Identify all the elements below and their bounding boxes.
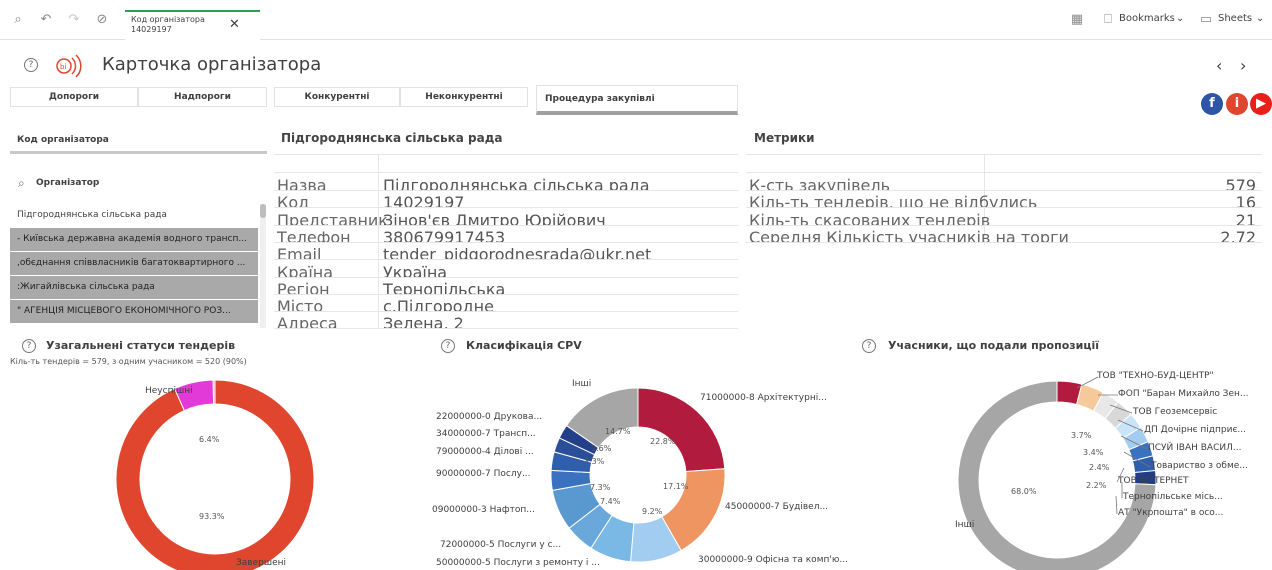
slice-label: Тернопільське місь... (1123, 492, 1223, 502)
status-donut-chart (115, 376, 1157, 570)
slice-label: 45000000-7 Будівел... (725, 502, 829, 512)
slice-label: 90000000-7 Послу... (436, 469, 531, 479)
slice-label: 09000000-3 Нафтоп... (432, 505, 535, 515)
pct-label: 3.4% (1083, 448, 1104, 457)
pct-label: 2.2% (1086, 481, 1107, 490)
slice-label: Інші (572, 379, 592, 389)
leader-line (1115, 495, 1118, 515)
pct-label: 68.0% (1011, 487, 1037, 496)
slice-label: Товариство з обме... (1151, 461, 1248, 471)
slice-label: 34000000-7 Трансп... (436, 429, 536, 439)
slice-label: ТОВ Геоземсервіс (1133, 407, 1218, 417)
pct-label: 3.7% (1071, 431, 1092, 440)
slice-label: ТОВ "ТЕХНО-БУД-ЦЕНТР" (1097, 371, 1214, 381)
pct-label: 6.4% (199, 435, 220, 444)
slice-label: Завершені (236, 558, 286, 568)
pct-label: 2.4% (1089, 463, 1110, 472)
pct-label: 14.7% (605, 427, 631, 436)
slice-label: 72000000-5 Послуги у с... (440, 540, 562, 550)
pct-label: 7.3% (590, 483, 611, 492)
slice-label: АТ "Укрпошта" в осо... (1118, 508, 1224, 518)
pct-label: 3.3% (584, 457, 605, 466)
slice-label: ТОВ БІТТЕРНЕТ (1118, 476, 1189, 486)
donut-slice[interactable] (115, 379, 315, 570)
slice-label: 79000000-4 Ділові ... (436, 447, 534, 457)
pct-label: 22.8% (650, 437, 676, 446)
slice-label: ФОП "Баран Михайло Зен... (1118, 389, 1249, 399)
slice-label: 50000000-5 Послуги з ремонту і ... (436, 558, 600, 568)
slice-label: ДП Дочірнє підприє... (1144, 425, 1246, 435)
donut-slice[interactable] (212, 379, 216, 405)
slice-label: 22000000-0 Друкова... (436, 412, 543, 422)
pct-label: 93.3% (199, 512, 225, 521)
slice-label: ПСУЙ ІВАН ВАСИЛ... (1148, 443, 1242, 453)
pct-label: 17.1% (663, 482, 689, 491)
slice-label: Інші (955, 520, 975, 530)
slice-label: 71000000-8 Архітектурні... (700, 393, 827, 403)
pct-label: 2.6% (591, 444, 612, 453)
slice-label: Неуспішні (145, 386, 193, 396)
pct-label: 7.4% (600, 497, 621, 506)
pct-label: 9.2% (642, 507, 663, 516)
slice-label: 30000000-9 Офісна та комп'ю... (698, 555, 848, 565)
